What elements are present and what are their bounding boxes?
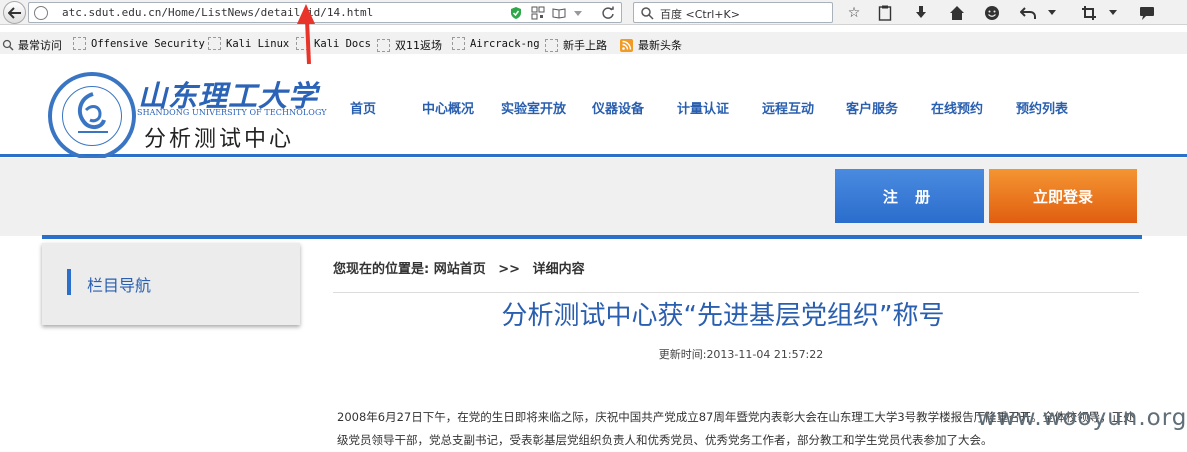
home-icon[interactable] [948, 4, 966, 22]
site-header: 山东理工大学 SHANDONG UNIVERSITY OF TECHNOLOGY… [0, 55, 1187, 160]
chat-icon[interactable] [1138, 4, 1156, 22]
search-icon [641, 7, 654, 20]
breadcrumb-prefix: 您现在的位置是: [333, 262, 430, 277]
nav-online-booking[interactable]: 在线预约 [931, 98, 983, 117]
undo-icon[interactable] [1019, 4, 1037, 22]
nav-overview[interactable]: 中心概况 [422, 98, 474, 117]
bookmark-aircrack[interactable]: Aircrack-ng [452, 37, 540, 50]
breadcrumb: 您现在的位置是: 网站首页 >> 详细内容 [333, 258, 585, 277]
breadcrumb-home[interactable]: 网站首页 [434, 262, 486, 277]
back-button[interactable] [3, 1, 26, 24]
bookmark-double11[interactable]: 双11返场 [377, 37, 442, 53]
shield-icon [511, 7, 521, 19]
feedback-face-icon [985, 6, 999, 20]
search-folder-icon [2, 39, 14, 51]
login-button[interactable]: 立即登录 [989, 169, 1137, 223]
breadcrumb-divider [333, 292, 1139, 293]
nav-metrology[interactable]: 计量认证 [677, 98, 729, 117]
refresh-icon[interactable] [601, 6, 615, 20]
chevron-down-icon [1048, 10, 1056, 15]
chevron-down-icon [1109, 10, 1117, 15]
bookmarks-menu-icon[interactable] [876, 4, 894, 22]
bookmark-newbie[interactable]: 新手上路 [545, 37, 607, 53]
search-bar[interactable]: 百度 <Ctrl+K> [633, 2, 833, 23]
article-title: 分析测试中心获“先进基层党组织”称号 [501, 301, 945, 331]
page-icon [452, 37, 465, 50]
bookmark-label: 双11返场 [395, 39, 442, 52]
reader-view-icon[interactable] [552, 6, 566, 20]
breadcrumb-separator: >> [498, 262, 521, 277]
url-text[interactable]: atc.sdut.edu.cn/Home/ListNews/detail/id/… [62, 6, 373, 19]
bookmark-label: 新手上路 [563, 39, 607, 52]
bookmark-star-icon[interactable]: ☆ [845, 4, 863, 22]
chevron-down-icon[interactable] [571, 6, 585, 20]
bookmark-label: 最常访问 [18, 39, 62, 52]
breadcrumb-current: 详细内容 [532, 262, 585, 277]
bookmark-label: Aircrack-ng [470, 37, 540, 50]
address-bar[interactable]: atc.sdut.edu.cn/Home/ListNews/detail/id/… [28, 2, 622, 23]
seal-emblem-icon [77, 92, 108, 133]
browser-toolbar: atc.sdut.edu.cn/Home/ListNews/detail/id/… [0, 0, 1187, 25]
bookmark-label: Kali Linux [226, 37, 290, 50]
nav-booking-list[interactable]: 预约列表 [1016, 98, 1068, 117]
undo-dropdown-icon[interactable] [1046, 4, 1058, 22]
nav-home[interactable]: 首页 [350, 98, 376, 117]
sidebar-accent-bar [67, 269, 71, 295]
web-page: 山东理工大学 SHANDONG UNIVERSITY OF TECHNOLOGY… [0, 55, 1187, 450]
search-placeholder: 百度 <Ctrl+K> [660, 8, 740, 21]
speech-bubble-icon [1140, 6, 1154, 20]
smiley-icon[interactable] [983, 4, 1001, 22]
annotation-arrow-icon [297, 4, 315, 65]
center-name: 分析测试中心 [144, 127, 295, 152]
watermark: www.wooyun.org [977, 405, 1187, 431]
download-arrow-icon [916, 6, 926, 18]
clipboard-icon [878, 5, 892, 21]
undo-arrow-icon [1020, 7, 1036, 19]
bookmark-most-visited[interactable]: 最常访问 [2, 37, 62, 53]
updated-label: 更新时间: [658, 348, 707, 361]
bookmark-label: 最新头条 [638, 39, 682, 52]
crop-dropdown-icon[interactable] [1107, 4, 1119, 22]
updated-timestamp: 2013-11-04 21:57:22 [706, 348, 824, 361]
page-icon [208, 37, 221, 50]
globe-icon [34, 6, 48, 20]
sidebar-title: 栏目导航 [87, 276, 152, 295]
register-button[interactable]: 注 册 [835, 169, 984, 223]
nav-customer-service[interactable]: 客户服务 [846, 98, 898, 117]
page-icon [377, 38, 390, 52]
screenshot-crop-icon [1082, 6, 1096, 20]
house-icon [950, 6, 964, 20]
nav-equipment[interactable]: 仪器设备 [592, 98, 644, 117]
bookmarks-bar: 最常访问 Offensive Security Kali Linux Kali … [0, 32, 1187, 54]
qr-code-icon[interactable] [531, 6, 545, 20]
back-arrow-icon [7, 6, 21, 19]
divider-rule [42, 235, 1142, 239]
nav-remote[interactable]: 远程互动 [762, 98, 814, 117]
nav-lab-open[interactable]: 实验室开放 [501, 98, 566, 117]
article-meta: 更新时间:2013-11-04 21:57:22 [333, 346, 1149, 362]
sidebar-nav-panel: 栏目导航 [42, 243, 300, 325]
university-name-en: SHANDONG UNIVERSITY OF TECHNOLOGY [137, 108, 327, 117]
page-icon [73, 37, 86, 50]
page-icon [545, 38, 558, 52]
bookmark-offensive-security[interactable]: Offensive Security [73, 37, 205, 50]
bookmark-label: Offensive Security [91, 37, 205, 50]
university-seal-logo[interactable] [48, 72, 136, 160]
crop-icon[interactable] [1080, 4, 1098, 22]
rss-feed-icon [620, 38, 633, 52]
download-icon[interactable] [912, 4, 930, 22]
bookmark-kali-linux[interactable]: Kali Linux [208, 37, 289, 50]
bookmark-latest-headlines[interactable]: 最新头条 [620, 37, 682, 53]
